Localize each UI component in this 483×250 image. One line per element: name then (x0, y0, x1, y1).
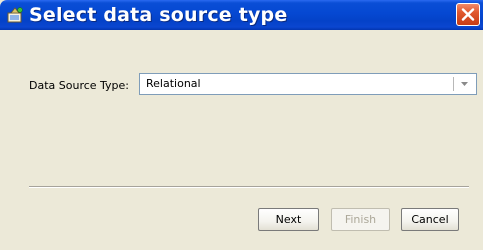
data-source-type-dropdown[interactable]: Relational (139, 73, 477, 95)
dropdown-separator (453, 77, 454, 91)
close-button[interactable] (456, 3, 480, 26)
button-area-divider (29, 186, 469, 188)
next-button[interactable]: Next (258, 208, 319, 231)
dialog-content: Data Source Type: Relational Next Finish… (0, 30, 483, 250)
finish-button[interactable]: Finish (331, 208, 390, 231)
title-bar[interactable]: Select data source type (0, 0, 483, 30)
chevron-down-icon[interactable] (459, 80, 470, 88)
dialog-window: Select data source type Data Source Type… (0, 0, 483, 250)
close-icon (461, 8, 475, 21)
cancel-button[interactable]: Cancel (401, 208, 459, 231)
wizard-app-icon (7, 6, 24, 23)
data-source-type-label: Data Source Type: (29, 79, 130, 92)
data-source-type-value: Relational (146, 77, 201, 90)
window-title: Select data source type (29, 4, 288, 26)
